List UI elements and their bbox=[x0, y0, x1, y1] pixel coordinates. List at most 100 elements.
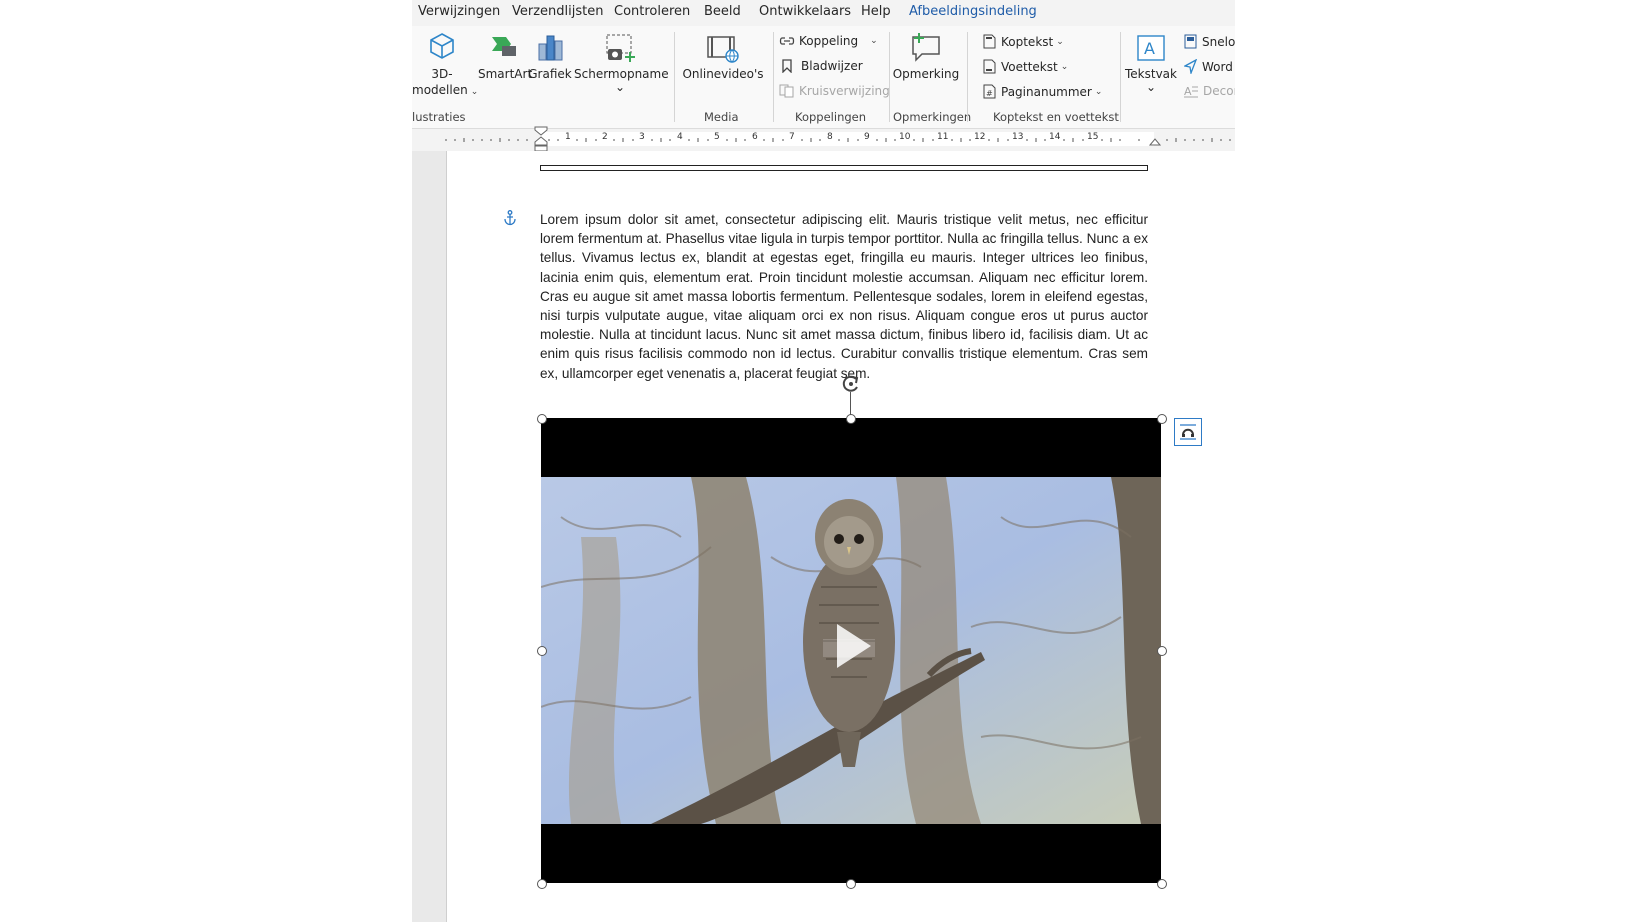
layout-options-button[interactable] bbox=[1174, 418, 1202, 446]
layout-options-icon bbox=[1180, 424, 1196, 440]
3d-models-label-2: modellen ⌄ bbox=[412, 83, 479, 97]
quick-parts-icon bbox=[1184, 34, 1197, 49]
ruler-number: 4 bbox=[677, 132, 683, 142]
svg-text:A: A bbox=[1144, 39, 1155, 58]
video-thumbnail[interactable] bbox=[541, 418, 1161, 883]
bookmark-button[interactable]: Bladwijzer bbox=[781, 59, 863, 73]
tab-verwijzingen[interactable]: Verwijzingen bbox=[418, 4, 500, 19]
ruler-number: 14 bbox=[1049, 132, 1061, 142]
ruler-number: 11 bbox=[937, 132, 949, 142]
comment-icon bbox=[912, 33, 940, 62]
cube-icon bbox=[430, 33, 454, 59]
chevron-down-icon: ⌄ bbox=[1094, 86, 1103, 97]
chart-button[interactable]: Grafiek bbox=[528, 26, 572, 86]
chevron-down-icon: ⌄ bbox=[1056, 36, 1064, 47]
chevron-down-icon[interactable]: ⌄ bbox=[870, 36, 878, 46]
wordart-button[interactable]: Word bbox=[1184, 59, 1233, 74]
indent-marker-icon[interactable] bbox=[534, 126, 548, 152]
link-button[interactable]: Koppeling ⌄ bbox=[779, 34, 878, 48]
drop-cap-button[interactable]: A Decor bbox=[1184, 84, 1235, 98]
ruler-number: 5 bbox=[714, 132, 720, 142]
page-number-icon: # bbox=[983, 84, 996, 99]
drop-cap-icon: A bbox=[1184, 85, 1198, 98]
resize-handle-top[interactable] bbox=[846, 414, 856, 424]
rotate-handle-connector bbox=[850, 392, 851, 416]
group-label-illustraties: lustraties bbox=[412, 110, 466, 124]
ribbon-separator bbox=[1120, 32, 1121, 122]
ruler-number: 10 bbox=[899, 132, 911, 142]
chevron-down-icon: ⌄ bbox=[1060, 61, 1069, 72]
quick-parts-label: Snelo bbox=[1202, 34, 1235, 49]
smartart-icon bbox=[492, 37, 516, 56]
menu-bar: Verwijzingen Verzendlijsten Controleren … bbox=[412, 0, 1235, 26]
tab-ontwikkelaars[interactable]: Ontwikkelaars bbox=[759, 4, 851, 19]
resize-handle-bottom-right[interactable] bbox=[1157, 879, 1167, 889]
3d-models-label-1: 3D- bbox=[431, 67, 453, 81]
resize-handle-top-left[interactable] bbox=[537, 414, 547, 424]
bookmark-icon bbox=[782, 59, 792, 73]
link-icon bbox=[779, 37, 795, 45]
anchor-icon[interactable] bbox=[503, 210, 517, 226]
3d-models-button[interactable]: 3D- modellen ⌄ bbox=[412, 26, 479, 106]
online-videos-button[interactable]: Onlinevideo's bbox=[678, 26, 768, 86]
quick-parts-button[interactable]: Snelo bbox=[1184, 34, 1235, 49]
footer-label: Voettekst bbox=[1001, 59, 1058, 74]
svg-text:#: # bbox=[986, 89, 993, 98]
cross-reference-icon bbox=[779, 84, 794, 98]
wordart-icon bbox=[1184, 59, 1197, 74]
ruler-number: 9 bbox=[864, 132, 870, 142]
header-icon bbox=[983, 34, 996, 49]
footer-button[interactable]: Voettekst ⌄ bbox=[983, 59, 1068, 74]
play-icon[interactable] bbox=[819, 614, 883, 678]
footer-icon bbox=[983, 59, 996, 74]
tab-help[interactable]: Help bbox=[861, 4, 891, 19]
ribbon: 3D- modellen ⌄ SmartArt Grafiek Schermop… bbox=[412, 26, 1235, 128]
chevron-down-icon: ⌄ bbox=[470, 87, 479, 97]
textbox-label: Tekstvak bbox=[1125, 67, 1177, 81]
rotate-handle-icon[interactable] bbox=[840, 373, 862, 395]
resize-handle-bottom-left[interactable] bbox=[537, 879, 547, 889]
wordart-label: Word bbox=[1202, 59, 1233, 74]
smartart-label: SmartArt bbox=[478, 67, 533, 81]
ruler-number: 2 bbox=[602, 132, 608, 142]
comment-button[interactable]: Opmerking bbox=[890, 26, 962, 86]
word-window: Verwijzingen Verzendlijsten Controleren … bbox=[412, 0, 1235, 922]
group-label-opmerkingen: Opmerkingen bbox=[893, 110, 972, 124]
resize-handle-top-right[interactable] bbox=[1157, 414, 1167, 424]
drop-cap-label: Decor bbox=[1203, 84, 1235, 98]
tab-beeld[interactable]: Beeld bbox=[704, 4, 741, 19]
ruler-number: 13 bbox=[1012, 132, 1024, 142]
bar-chart-icon bbox=[538, 35, 563, 61]
header-label: Koptekst bbox=[1001, 34, 1054, 49]
smartart-button[interactable]: SmartArt bbox=[478, 26, 533, 86]
body-paragraph[interactable]: Lorem ipsum dolor sit amet, consectetur … bbox=[540, 210, 1148, 383]
tab-afbeeldingsindeling[interactable]: Afbeeldingsindeling bbox=[909, 4, 1037, 19]
tab-controleren[interactable]: Controleren bbox=[614, 4, 690, 19]
chevron-down-icon: ⌄ bbox=[1145, 80, 1157, 94]
tab-verzendlijsten[interactable]: Verzendlijsten bbox=[512, 4, 603, 19]
horizontal-line-shape[interactable] bbox=[540, 165, 1148, 171]
ruler-number: 3 bbox=[639, 132, 645, 142]
chevron-down-icon: ⌄ bbox=[614, 80, 626, 94]
page-number-button[interactable]: # Paginanummer ⌄ bbox=[983, 84, 1102, 99]
header-button[interactable]: Koptekst ⌄ bbox=[983, 34, 1064, 49]
textbox-icon: A bbox=[1137, 35, 1165, 61]
cross-reference-label: Kruisverwijzing bbox=[799, 84, 890, 98]
document-page: Lorem ipsum dolor sit amet, consectetur … bbox=[412, 151, 1235, 922]
resize-handle-bottom[interactable] bbox=[846, 879, 856, 889]
bookmark-label: Bladwijzer bbox=[801, 59, 863, 73]
chart-label: Grafiek bbox=[528, 67, 572, 81]
group-label-koptekst-voettekst: Koptekst en voettekst bbox=[993, 110, 1119, 124]
screenshot-label: Schermopname bbox=[574, 67, 669, 81]
screenshot-button[interactable]: Schermopname ⌄ bbox=[574, 26, 669, 106]
resize-handle-right[interactable] bbox=[1157, 646, 1167, 656]
page-number-label: Paginanummer bbox=[1001, 84, 1092, 99]
screenshot-icon bbox=[606, 34, 635, 62]
ribbon-separator bbox=[967, 32, 968, 122]
right-indent-marker-icon[interactable] bbox=[1149, 135, 1161, 147]
textbox-button[interactable]: A Tekstvak ⌄ bbox=[1124, 26, 1178, 102]
resize-handle-left[interactable] bbox=[537, 646, 547, 656]
horizontal-ruler[interactable]: 1 2 3 4 5 6 7 8 9 10 11 12 13 14 15 bbox=[412, 126, 1235, 152]
ruler-number: 15 bbox=[1087, 132, 1099, 142]
cross-reference-button[interactable]: Kruisverwijzing bbox=[779, 84, 890, 98]
